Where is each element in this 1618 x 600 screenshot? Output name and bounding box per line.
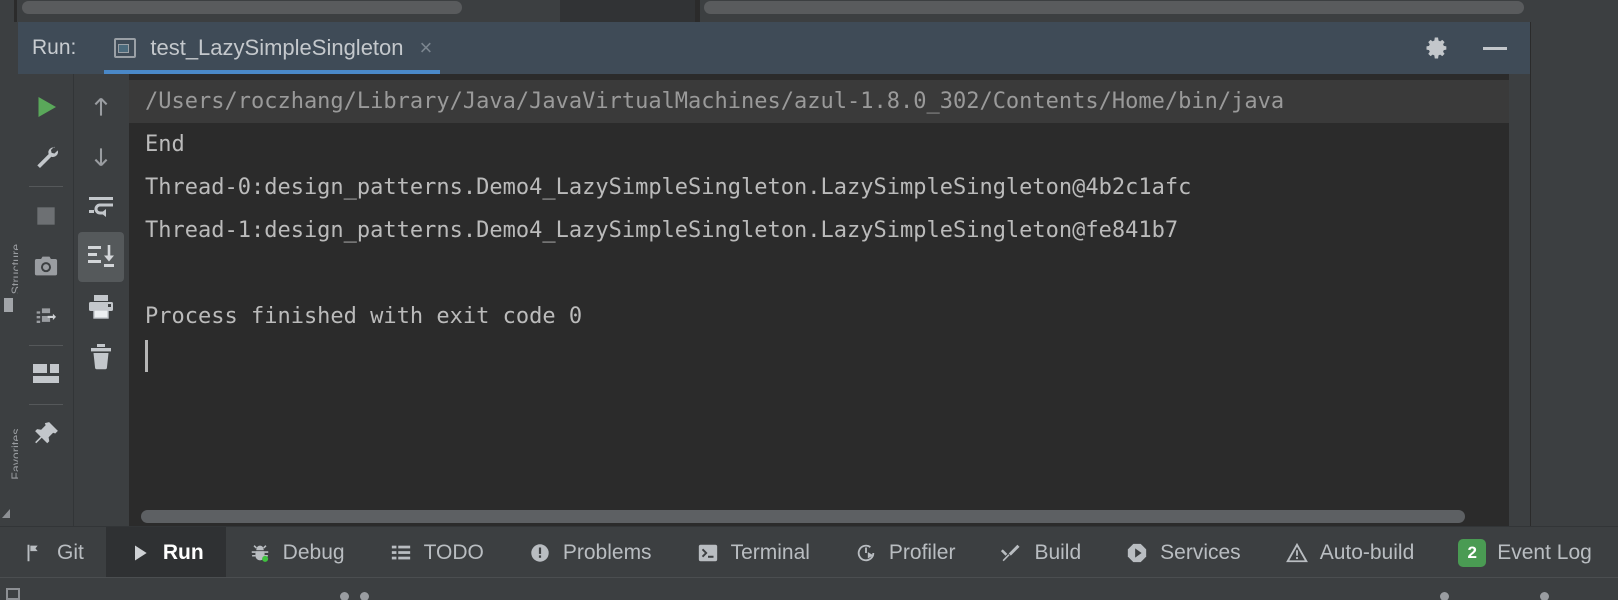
thread-dump-icon[interactable] bbox=[23, 291, 69, 341]
stop-button[interactable] bbox=[23, 191, 69, 241]
scroll-to-end-icon[interactable] bbox=[78, 232, 124, 282]
terminal-icon bbox=[696, 541, 720, 565]
stripe-collapse-arrow-icon[interactable] bbox=[2, 509, 10, 518]
console-output[interactable]: /Users/roczhang/Library/Java/JavaVirtual… bbox=[129, 74, 1520, 526]
run-configuration-tab[interactable]: test_LazySimpleSingleton × bbox=[104, 22, 441, 74]
bottom-tab-event-log[interactable]: 2 Event Log bbox=[1436, 527, 1614, 578]
bottom-tab-label: Debug bbox=[282, 540, 345, 564]
run-configuration-icon bbox=[114, 38, 137, 58]
console-vertical-scrollbar-gutter[interactable] bbox=[1509, 74, 1530, 526]
bottom-tab-label: Problems bbox=[562, 540, 652, 564]
console-line-output-end: End bbox=[145, 132, 185, 157]
run-toolbar-primary bbox=[18, 74, 73, 526]
warning-icon bbox=[1285, 541, 1309, 565]
layout-icon[interactable] bbox=[23, 350, 69, 400]
editor-hscrollbar-right[interactable] bbox=[704, 1, 1524, 14]
text-caret bbox=[145, 340, 148, 372]
status-bar-dot-icon bbox=[1540, 592, 1549, 600]
bottom-tab-label: Build bbox=[1034, 540, 1082, 564]
soft-wrap-icon[interactable] bbox=[78, 182, 124, 232]
bottom-tab-todo[interactable]: TODO bbox=[367, 527, 506, 578]
toolbar-separator bbox=[28, 345, 63, 346]
right-side-panel bbox=[1530, 22, 1618, 526]
pin-icon[interactable] bbox=[23, 409, 69, 459]
run-tool-window-label: Run: bbox=[32, 36, 77, 59]
services-icon bbox=[1125, 541, 1149, 565]
run-toolbar-secondary bbox=[73, 74, 128, 526]
arrow-down-icon[interactable] bbox=[78, 132, 124, 182]
bottom-tab-label: Auto-build bbox=[1319, 540, 1415, 564]
bottom-tab-run[interactable]: Run bbox=[105, 527, 226, 578]
bottom-tab-terminal[interactable]: Terminal bbox=[674, 527, 832, 578]
bottom-tab-profiler[interactable]: Profiler bbox=[832, 527, 978, 578]
left-tool-window-stripe: Structure Favorites bbox=[0, 22, 19, 600]
editor-pane-mid bbox=[560, 0, 697, 22]
bottom-tab-label: Services bbox=[1160, 540, 1241, 564]
status-bar-dot-icon bbox=[340, 592, 349, 600]
profiler-icon bbox=[854, 541, 878, 565]
run-tool-window-header: Run: test_LazySimpleSingleton × bbox=[18, 22, 1530, 74]
console-line-output-thread1: Thread-1:design_patterns.Demo4_LazySimpl… bbox=[145, 218, 1179, 243]
rerun-button[interactable] bbox=[23, 82, 69, 132]
bottom-tab-problems[interactable]: Problems bbox=[506, 527, 674, 578]
editor-scrollbar-strip bbox=[0, 0, 1618, 22]
ide-status-bar bbox=[0, 577, 1618, 600]
bottom-tab-label: Git bbox=[57, 540, 84, 564]
bug-icon bbox=[248, 541, 272, 565]
editor-divider-right bbox=[695, 0, 700, 22]
console-horizontal-scrollbar[interactable] bbox=[129, 506, 1499, 526]
console-line-exit-code: Process finished with exit code 0 bbox=[145, 304, 583, 329]
console-text: /Users/roczhang/Library/Java/JavaVirtual… bbox=[129, 74, 1520, 381]
run-configuration-tab-label: test_LazySimpleSingleton bbox=[150, 35, 404, 60]
bottom-tab-label: Terminal bbox=[730, 540, 810, 564]
stripe-marker-icon bbox=[4, 298, 13, 312]
status-bar-dot-icon bbox=[1440, 592, 1449, 600]
bottom-tab-services[interactable]: Services bbox=[1103, 527, 1263, 578]
console-caret-line bbox=[129, 338, 1520, 381]
arrow-up-icon[interactable] bbox=[78, 82, 124, 132]
bottom-tab-label: Event Log bbox=[1497, 540, 1592, 564]
bottom-tab-build[interactable]: Build bbox=[977, 527, 1103, 578]
camera-icon[interactable] bbox=[23, 241, 69, 291]
toolbar-separator bbox=[28, 186, 63, 187]
ide-run-tool-window: Structure Favorites Run: test_LazySimple… bbox=[0, 0, 1618, 600]
event-log-count-badge: 2 bbox=[1458, 538, 1487, 567]
console-line-output-thread0: Thread-0:design_patterns.Demo4_LazySimpl… bbox=[145, 175, 1192, 200]
toolbar-separator bbox=[28, 404, 63, 405]
bottom-tab-label: Run bbox=[162, 540, 204, 564]
bottom-tab-auto-build[interactable]: Auto-build bbox=[1263, 527, 1437, 578]
console-line-command: /Users/roczhang/Library/Java/JavaVirtual… bbox=[129, 80, 1520, 123]
minimize-icon[interactable] bbox=[1480, 33, 1510, 63]
play-icon bbox=[128, 541, 152, 565]
close-icon[interactable]: × bbox=[420, 37, 433, 59]
bottom-tool-window-bar: Git Run Debug TODO Problems Terminal Pro… bbox=[0, 526, 1618, 578]
bottom-tab-git[interactable]: Git bbox=[0, 527, 106, 578]
run-tool-window-body: /Users/roczhang/Library/Java/JavaVirtual… bbox=[18, 74, 1530, 526]
scrollbar-thumb[interactable] bbox=[141, 510, 1465, 523]
bottom-tab-label: TODO bbox=[423, 540, 484, 564]
hammer-icon bbox=[999, 541, 1023, 565]
printer-icon[interactable] bbox=[78, 282, 124, 332]
editor-hscrollbar-left[interactable] bbox=[22, 1, 462, 14]
bottom-tab-debug[interactable]: Debug bbox=[226, 527, 367, 578]
trash-icon[interactable] bbox=[78, 332, 124, 382]
bottom-tab-label: Profiler bbox=[888, 540, 956, 564]
edit-configuration-button[interactable] bbox=[23, 132, 69, 182]
header-actions bbox=[1422, 33, 1530, 63]
list-icon bbox=[389, 541, 413, 565]
exclamation-icon bbox=[528, 541, 552, 565]
editor-divider-left bbox=[14, 0, 17, 22]
gear-icon[interactable] bbox=[1422, 33, 1452, 63]
status-bar-dot-icon bbox=[360, 592, 369, 600]
git-branch-icon bbox=[22, 541, 46, 565]
status-bar-icon bbox=[6, 588, 20, 600]
